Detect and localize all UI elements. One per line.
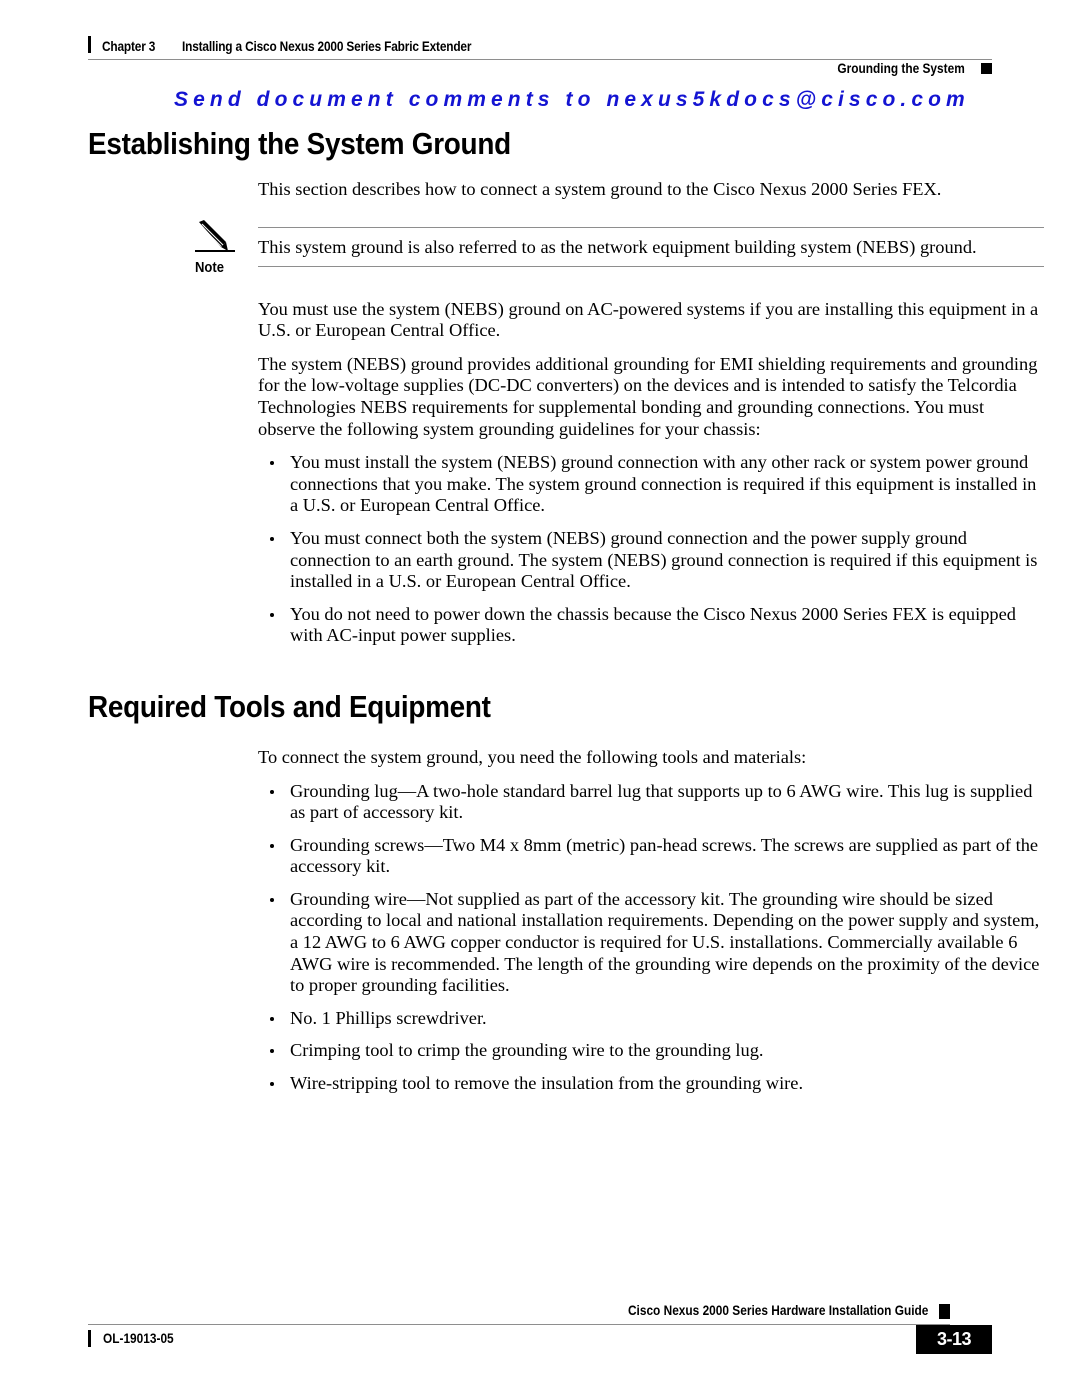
list-item-text: Grounding screws—Two M4 x 8mm (metric) p… [290, 834, 1039, 877]
running-header: Chapter 3 Installing a Cisco Nexus 2000 … [88, 34, 992, 80]
list-item-text: No. 1 Phillips screwdriver. [290, 1007, 487, 1028]
section-paragraphs-1: You must use the system (NEBS) ground on… [0, 299, 1080, 441]
note-label: Note [195, 259, 225, 276]
header-section-line: Grounding the System [820, 61, 992, 76]
list-item: You must connect both the system (NEBS) … [262, 528, 1046, 593]
section-bullets-wrap-1: You must install the system (NEBS) groun… [0, 452, 1080, 647]
footer-left-group: OL-19013-05 [88, 1330, 183, 1347]
section-intro-paragraph: This section describes how to connect a … [258, 179, 942, 199]
section-heading-establishing-the-system-ground: Establishing the System Ground [88, 126, 511, 161]
list-item-text: You must install the system (NEBS) groun… [290, 452, 1037, 516]
section-heading-wrap-2: Required Tools and Equipment [0, 691, 1080, 722]
list-item: Wire-stripping tool to remove the insula… [262, 1073, 1046, 1095]
list-item: You must install the system (NEBS) groun… [262, 452, 1046, 517]
list-item-text: Crimping tool to crimp the grounding wir… [290, 1040, 764, 1061]
page-footer: Cisco Nexus 2000 Series Hardware Install… [88, 1303, 992, 1359]
bullet-list: Grounding lug—A two-hole standard barrel… [262, 781, 1046, 1095]
list-item: You do not need to power down the chassi… [262, 604, 1046, 647]
send-comments-banner: Send document comments to nexus5kdocs@ci… [174, 88, 970, 111]
list-item-text: Wire-stripping tool to remove the insula… [290, 1073, 804, 1094]
list-item-text: Grounding wire—Not supplied as part of t… [290, 888, 1040, 996]
body-paragraph: You must use the system (NEBS) ground on… [258, 298, 1039, 341]
footer-rule [88, 1324, 950, 1325]
footer-document-id: OL-19013-05 [103, 1331, 174, 1346]
list-item: No. 1 Phillips screwdriver. [262, 1008, 1046, 1030]
header-section-title: Grounding the System [837, 61, 965, 76]
note-block: Note This system ground is also referred… [0, 219, 1080, 279]
bullet-dot-icon [270, 1049, 274, 1054]
bullet-dot-icon [270, 843, 274, 848]
list-item-text: You must connect both the system (NEBS) … [290, 527, 1038, 592]
list-item: Grounding screws—Two M4 x 8mm (metric) p… [262, 835, 1046, 878]
bullet-dot-icon [270, 612, 274, 617]
section-bullets-wrap-2: Grounding lug—A two-hole standard barrel… [0, 781, 1080, 1095]
note-body: This system ground is also referred to a… [258, 226, 1044, 268]
document-page: Chapter 3 Installing a Cisco Nexus 2000 … [0, 0, 1080, 1397]
bullet-dot-icon [270, 897, 274, 902]
list-item-text: You do not need to power down the chassi… [290, 603, 1016, 646]
page-content: Establishing the System Ground This sect… [0, 128, 1080, 1095]
list-item: Grounding wire—Not supplied as part of t… [262, 889, 1046, 997]
footer-guide-title: Cisco Nexus 2000 Series Hardware Install… [627, 1303, 928, 1318]
pencil-note-icon [195, 219, 239, 254]
body-paragraph: The system (NEBS) ground provides additi… [258, 353, 1038, 439]
bullet-dot-icon [270, 461, 274, 466]
header-rule [88, 59, 992, 60]
bullet-list: You must install the system (NEBS) groun… [262, 452, 1046, 647]
list-item: Grounding lug—A two-hole standard barrel… [262, 781, 1046, 824]
section-intro-wrap-1: This section describes how to connect a … [0, 179, 1080, 201]
footer-tick-mark [88, 1330, 91, 1347]
section-intro-wrap-2: To connect the system ground, you need t… [0, 747, 1080, 769]
list-item: Crimping tool to crimp the grounding wir… [262, 1040, 1046, 1062]
header-tick-mark [88, 36, 91, 53]
section-intro-paragraph: To connect the system ground, you need t… [258, 746, 807, 767]
section-heading-wrap-1: Establishing the System Ground [0, 128, 1080, 159]
footer-page-number: 3-13 [916, 1325, 992, 1354]
bullet-dot-icon [270, 1082, 274, 1087]
section-heading-required-tools-and-equipment: Required Tools and Equipment [88, 688, 491, 724]
bullet-dot-icon [270, 789, 274, 794]
footer-square-marker-icon [939, 1304, 950, 1319]
note-text: This system ground is also referred to a… [258, 236, 977, 257]
bullet-dot-icon [270, 1016, 274, 1021]
header-chapter-label: Chapter 3 [102, 39, 156, 54]
bullet-dot-icon [270, 536, 274, 541]
list-item-text: Grounding lug—A two-hole standard barrel… [290, 780, 1033, 823]
header-chapter-title: Installing a Cisco Nexus 2000 Series Fab… [182, 39, 472, 54]
header-chapter-line: Chapter 3 Installing a Cisco Nexus 2000 … [88, 34, 511, 54]
header-square-marker-icon [981, 63, 992, 74]
